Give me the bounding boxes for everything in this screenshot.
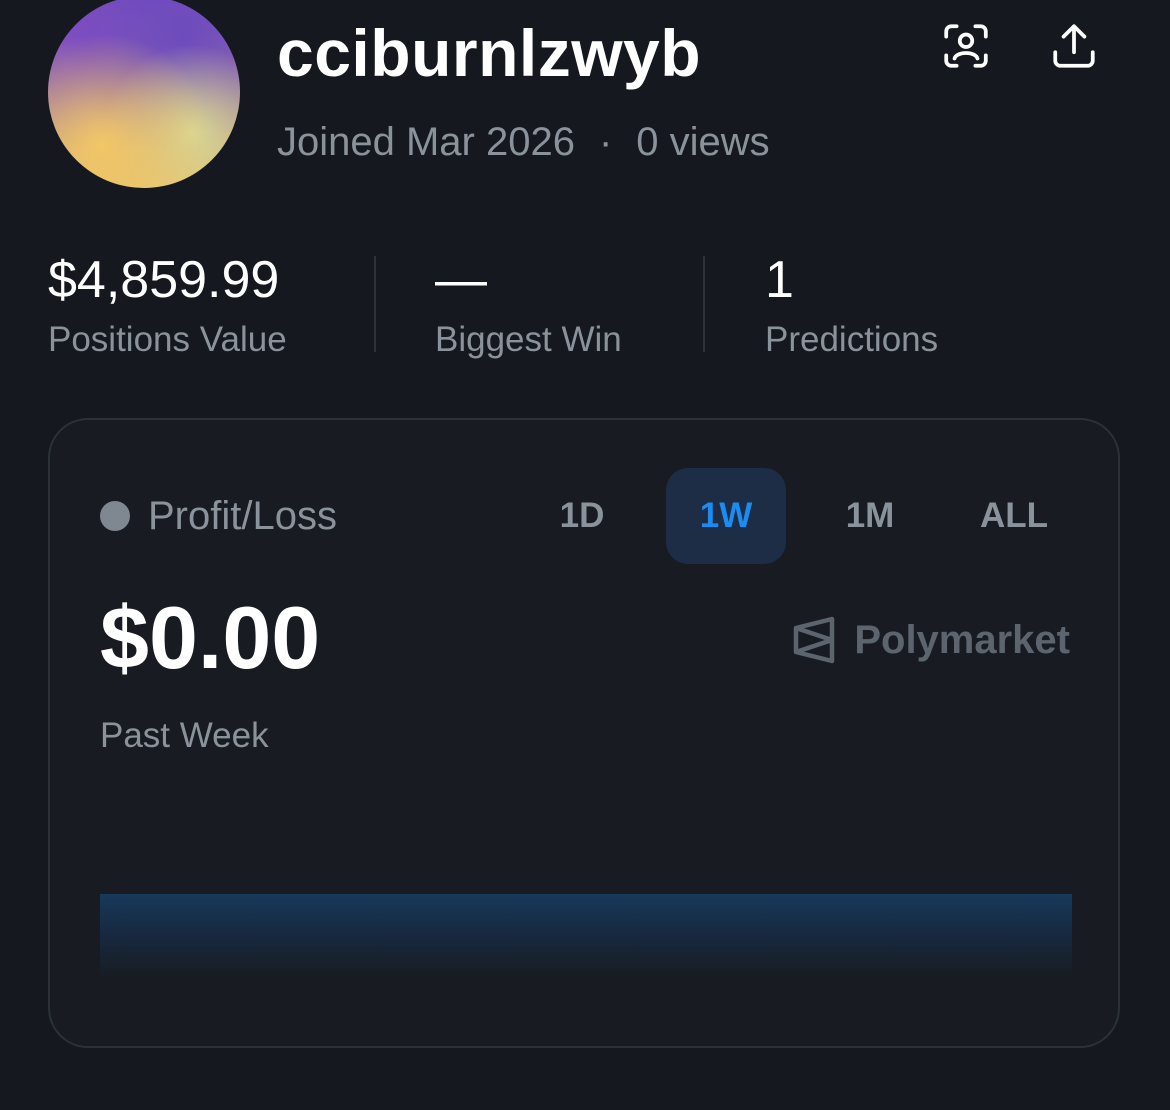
profit-loss-card: Profit/Loss 1D 1W 1M ALL $0.00 Past Week… xyxy=(48,418,1120,1048)
positions-value-label: Positions Value xyxy=(48,320,287,359)
tab-1w[interactable]: 1W xyxy=(666,468,786,564)
positions-value: $4,859.99 xyxy=(48,251,280,309)
share-upload-icon xyxy=(1053,24,1095,68)
stat-predictions: 1 Predictions xyxy=(765,250,938,362)
stat-positions-value: $4,859.99 Positions Value xyxy=(48,250,287,362)
biggest-win-value: — xyxy=(435,251,487,309)
stat-divider xyxy=(374,256,376,352)
meta-separator: · xyxy=(598,120,613,164)
predictions-value: 1 xyxy=(765,251,794,309)
scan-user-icon xyxy=(944,24,988,68)
polymarket-logo-icon xyxy=(794,616,835,664)
profile-meta: Joined Mar 2026 · 0 views xyxy=(277,118,770,166)
scan-profile-button[interactable] xyxy=(938,18,994,74)
view-count: 0 views xyxy=(636,120,770,164)
profit-loss-value: $0.00 xyxy=(100,588,321,687)
predictions-label: Predictions xyxy=(765,320,939,359)
biggest-win-label: Biggest Win xyxy=(435,320,622,359)
status-dot-icon xyxy=(100,501,130,531)
time-range-tabs: 1D 1W 1M ALL xyxy=(522,468,1098,564)
stat-divider xyxy=(703,256,705,352)
joined-date: Joined Mar 2026 xyxy=(277,120,575,164)
profit-loss-header: Profit/Loss xyxy=(100,492,337,540)
avatar xyxy=(48,0,240,188)
polymarket-brand: Polymarket xyxy=(792,616,1070,664)
stat-biggest-win: — Biggest Win xyxy=(435,250,622,362)
profit-loss-period: Past Week xyxy=(100,716,269,755)
profit-loss-chart xyxy=(100,894,1072,978)
profit-loss-title: Profit/Loss xyxy=(148,494,337,538)
tab-1m[interactable]: 1M xyxy=(810,468,930,564)
polymarket-label: Polymarket xyxy=(854,618,1070,662)
share-button[interactable] xyxy=(1046,18,1102,74)
tab-1d[interactable]: 1D xyxy=(522,468,642,564)
tab-all[interactable]: ALL xyxy=(954,468,1074,564)
username: cciburnlzwyb xyxy=(277,16,702,90)
